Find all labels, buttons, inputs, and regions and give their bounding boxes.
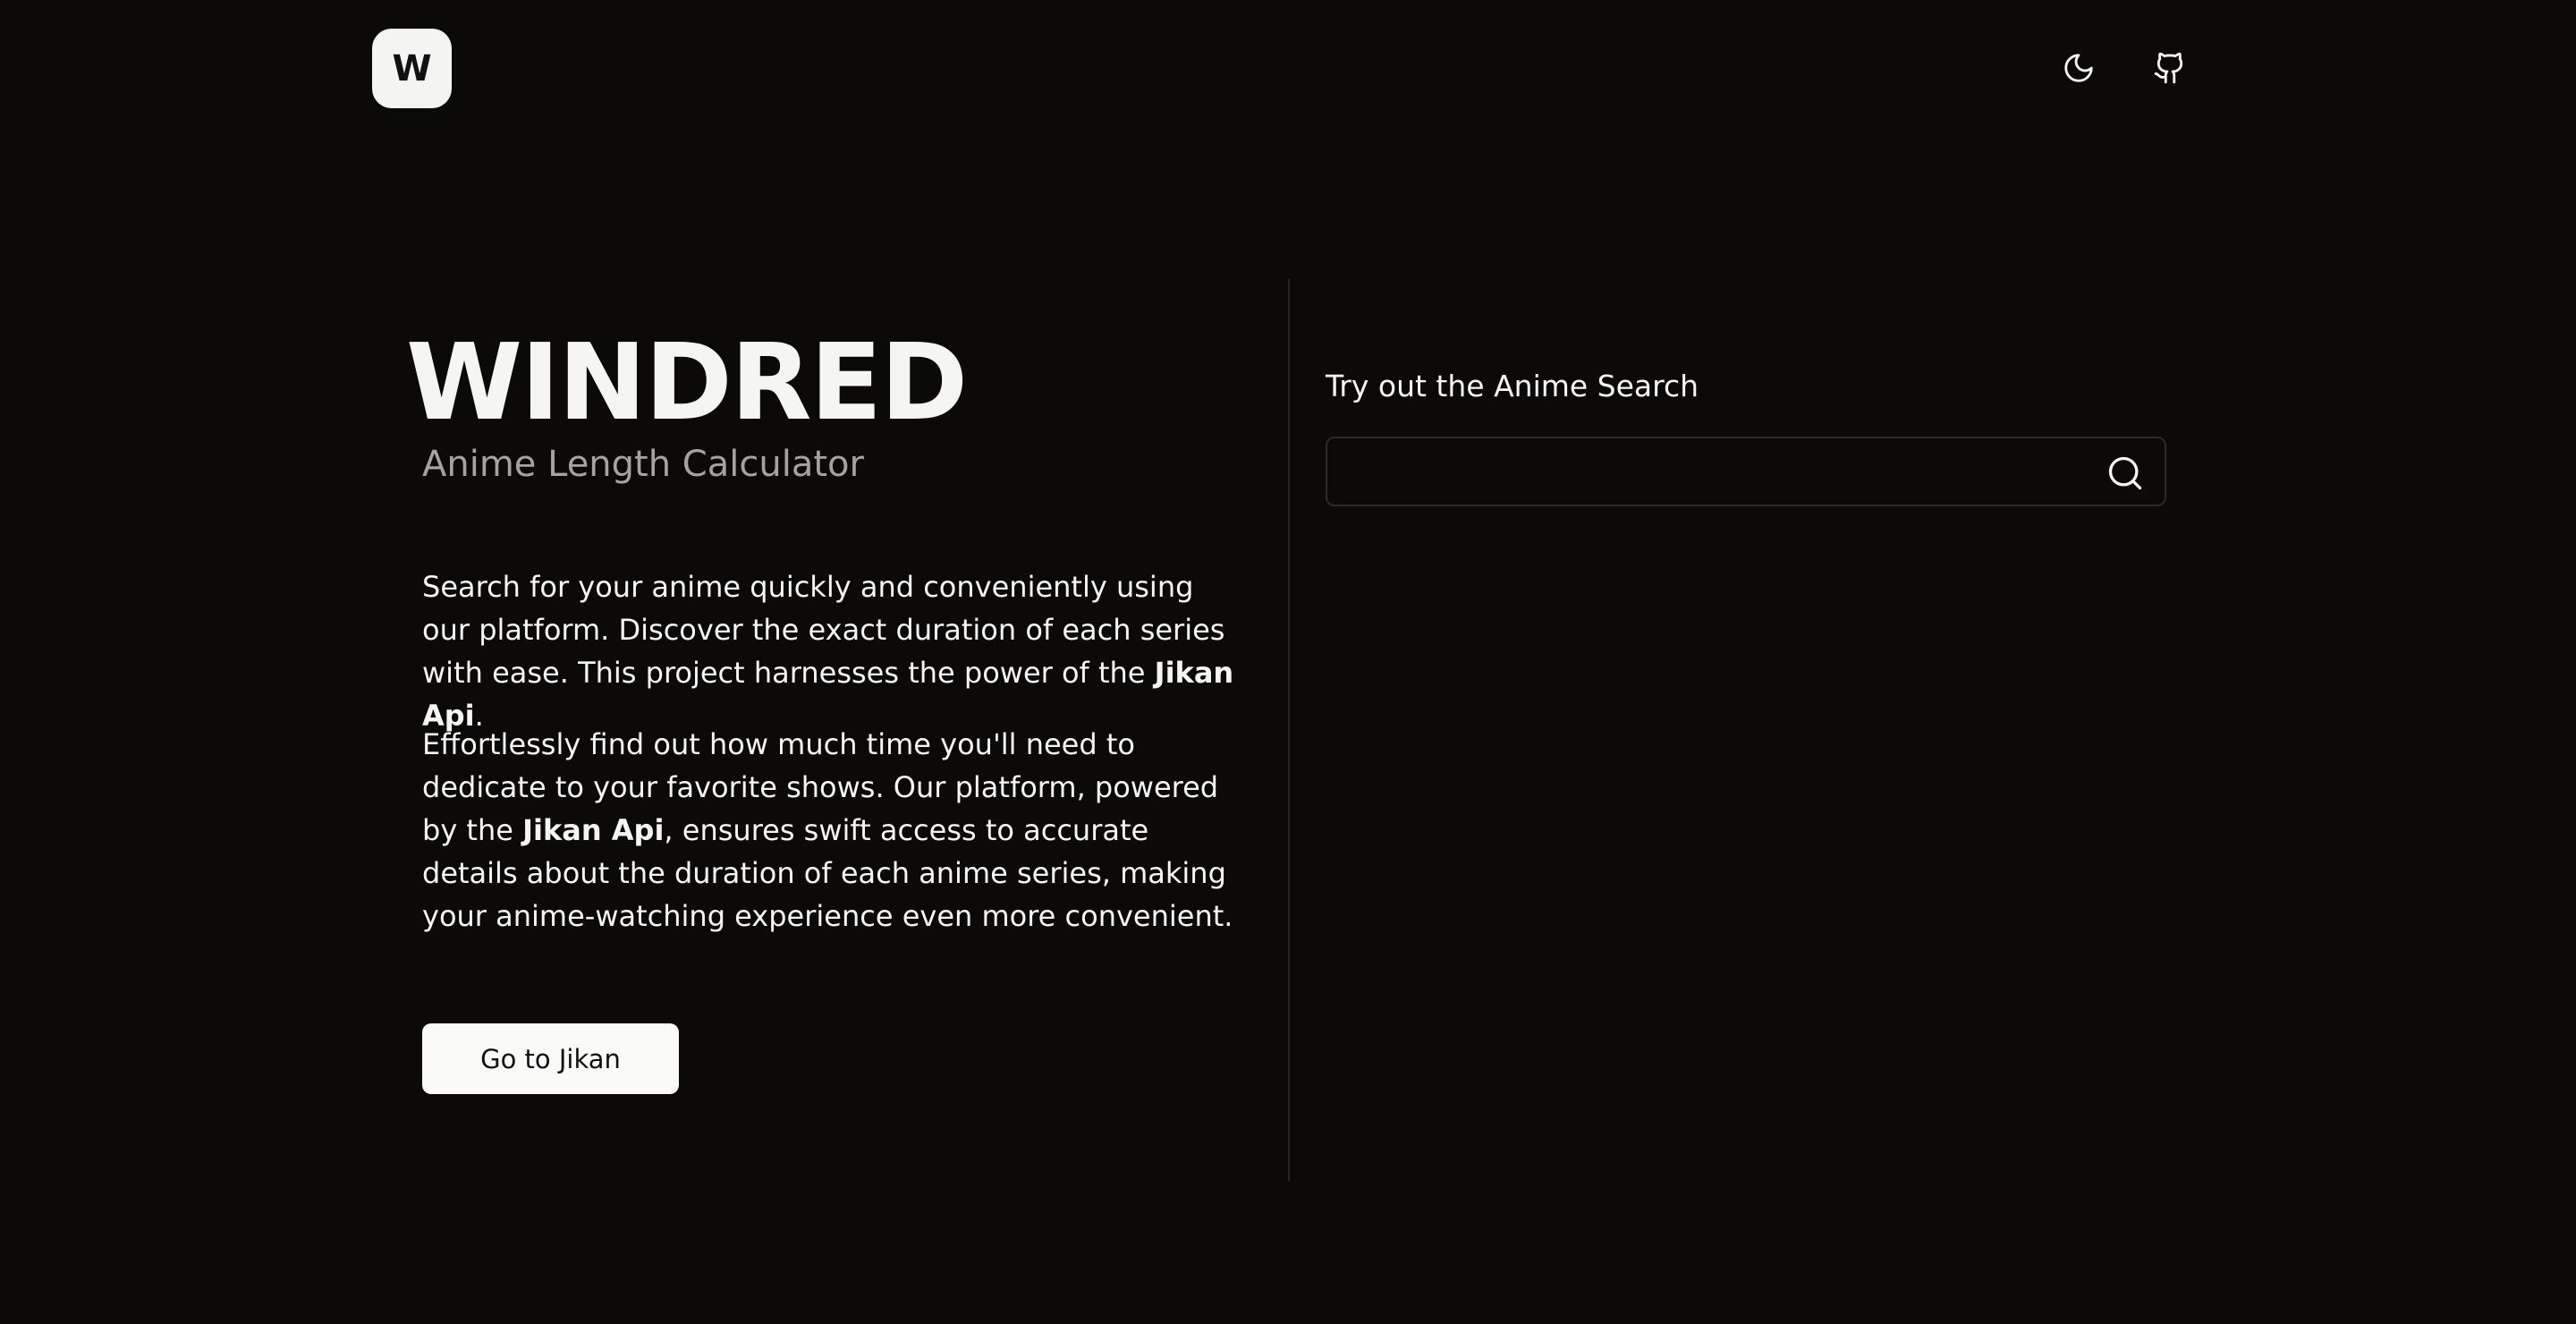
hero-title: WINDRED (406, 320, 968, 444)
vertical-divider (1288, 279, 1290, 1181)
description-paragraph-1: Search for your anime quickly and conven… (422, 565, 1243, 737)
jikan-api-emphasis: Jikan Api (522, 813, 665, 847)
theme-toggle-button[interactable] (2052, 41, 2106, 95)
search-box (1326, 437, 2166, 506)
hero-subtitle: Anime Length Calculator (422, 444, 864, 485)
page: W WINDRED Anime Length Calculator Search… (0, 0, 2576, 1324)
logo[interactable]: W (372, 29, 452, 108)
github-icon (2154, 52, 2183, 84)
description-paragraph-2: Effortlessly find out how much time you'… (422, 723, 1243, 938)
search-label: Try out the Anime Search (1326, 369, 1699, 403)
moon-icon (2064, 54, 2093, 82)
logo-letter: W (392, 47, 432, 89)
github-link[interactable] (2143, 41, 2197, 95)
description-text: Search for your anime quickly and conven… (422, 570, 1225, 690)
search-icon[interactable] (2106, 454, 2145, 493)
go-to-jikan-button[interactable]: Go to Jikan (422, 1023, 679, 1094)
search-input[interactable] (1345, 438, 2082, 506)
